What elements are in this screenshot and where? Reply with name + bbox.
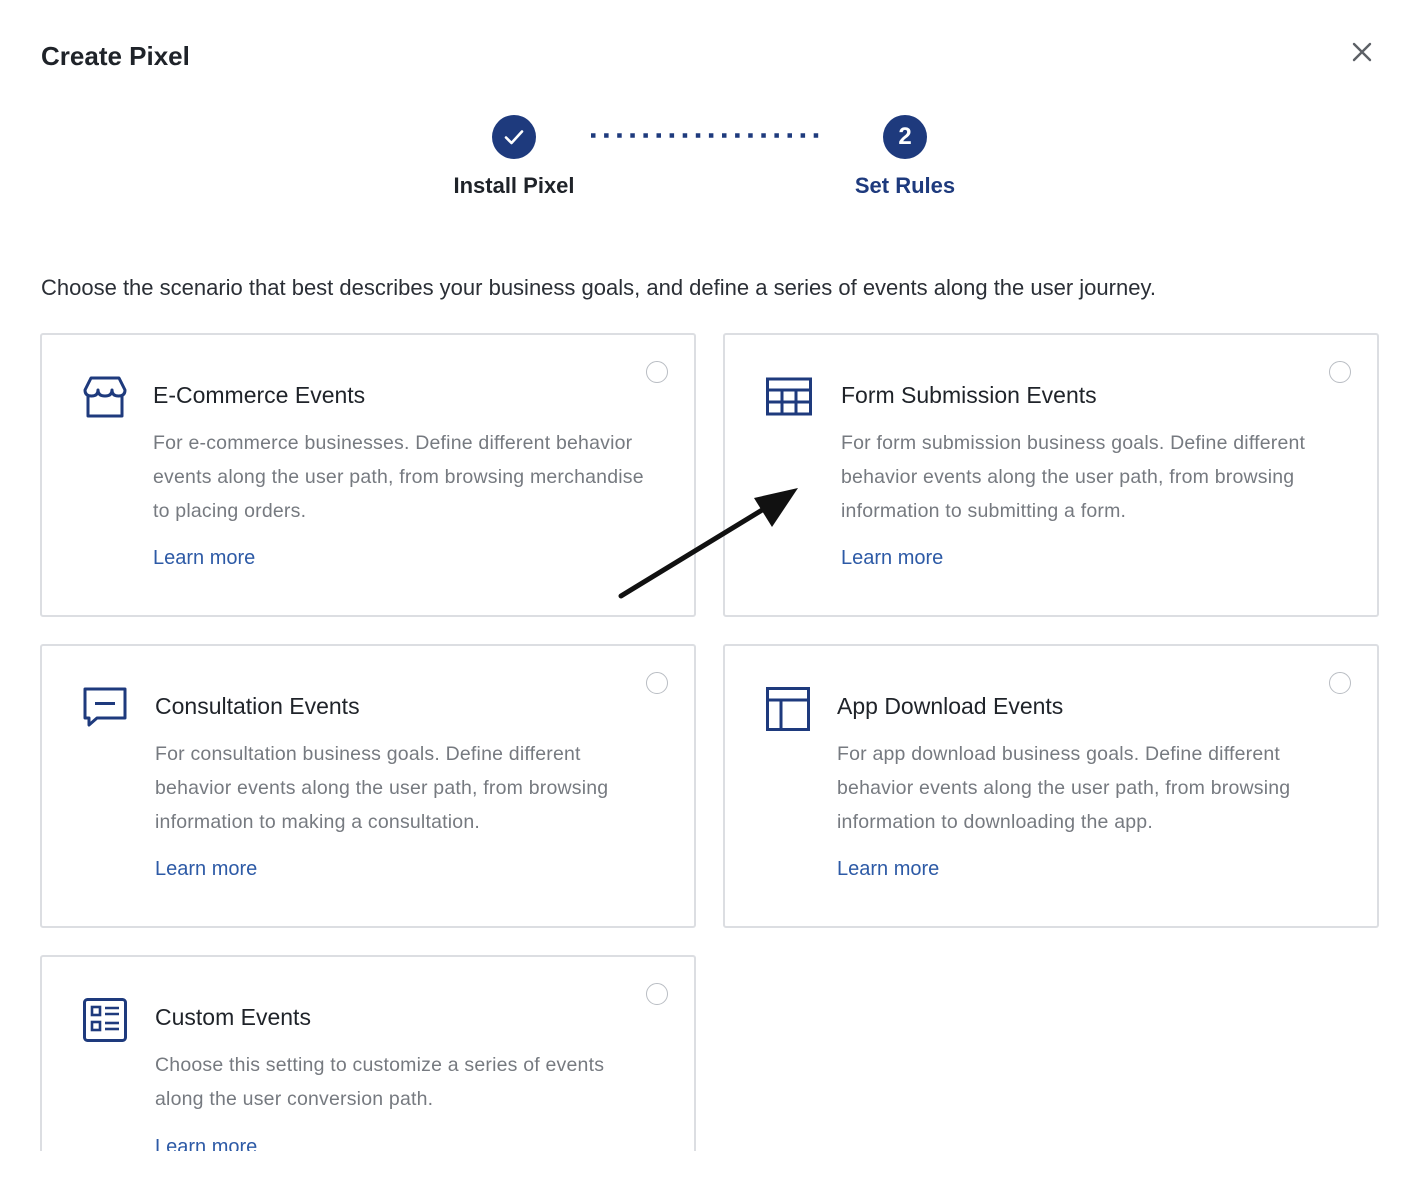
card-consultation-events[interactable]: Consultation Events For consultation bus… bbox=[40, 644, 696, 928]
card-app-download-events[interactable]: App Download Events For app download bus… bbox=[723, 644, 1379, 928]
close-icon bbox=[1352, 42, 1372, 62]
dialog-title: Create Pixel bbox=[41, 41, 190, 71]
radio-form-submission-events[interactable] bbox=[1329, 361, 1351, 383]
learn-more-link[interactable]: Learn more bbox=[837, 854, 939, 884]
step-number: 2 bbox=[898, 123, 912, 150]
step-set-rules-label: Set Rules bbox=[854, 173, 956, 198]
create-pixel-dialog: Create Pixel Install Pixel 2 Set Rules C… bbox=[0, 0, 1418, 1188]
step-set-rules-indicator: 2 bbox=[883, 115, 927, 159]
list-icon bbox=[82, 997, 128, 1042]
card-description: For consultation business goals. Define … bbox=[155, 743, 609, 833]
radio-app-download-events[interactable] bbox=[1329, 672, 1351, 694]
layout-icon bbox=[765, 686, 811, 731]
store-icon bbox=[82, 375, 128, 419]
card-title: Consultation Events bbox=[155, 693, 360, 719]
card-description: For app download business goals. Define … bbox=[837, 743, 1291, 833]
card-form-submission-events[interactable]: Form Submission Events For form submissi… bbox=[723, 333, 1379, 617]
learn-more-link[interactable]: Learn more bbox=[155, 854, 257, 884]
card-description: Choose this setting to customize a serie… bbox=[155, 1054, 605, 1110]
radio-consultation-events[interactable] bbox=[646, 672, 668, 694]
card-ecommerce-events[interactable]: E-Commerce Events For e-commerce busines… bbox=[40, 333, 696, 617]
learn-more-link[interactable]: Learn more bbox=[155, 1132, 257, 1151]
step-connector bbox=[591, 133, 825, 138]
chat-icon bbox=[82, 686, 128, 730]
intro-text: Choose the scenario that best describes … bbox=[41, 275, 1156, 300]
card-title: App Download Events bbox=[837, 693, 1064, 719]
table-icon bbox=[765, 375, 812, 419]
card-title: Custom Events bbox=[155, 1004, 311, 1030]
step-install-pixel-indicator bbox=[492, 115, 536, 159]
card-description: For e-commerce businesses. Define differ… bbox=[153, 432, 644, 522]
card-title: Form Submission Events bbox=[841, 382, 1097, 408]
card-custom-events[interactable]: Custom Events Choose this setting to cus… bbox=[40, 955, 696, 1151]
card-description: For form submission business goals. Defi… bbox=[841, 432, 1306, 522]
step-install-pixel-label: Install Pixel bbox=[453, 173, 575, 198]
close-button[interactable] bbox=[1344, 34, 1380, 70]
learn-more-link[interactable]: Learn more bbox=[841, 543, 943, 573]
card-title: E-Commerce Events bbox=[153, 382, 366, 408]
radio-ecommerce-events[interactable] bbox=[646, 361, 668, 383]
radio-custom-events[interactable] bbox=[646, 983, 668, 1005]
learn-more-link[interactable]: Learn more bbox=[153, 543, 255, 573]
checkmark-icon bbox=[504, 130, 524, 145]
